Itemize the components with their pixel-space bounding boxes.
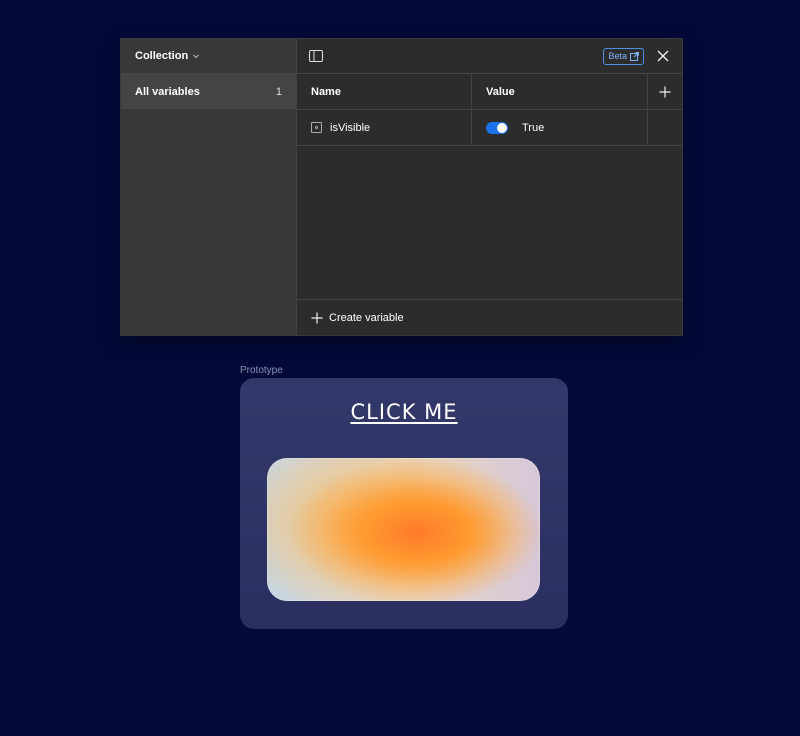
row-spacer bbox=[648, 110, 682, 145]
canvas: Collection All variables 1 Beta Name Val… bbox=[0, 0, 800, 736]
close-icon[interactable] bbox=[654, 47, 672, 65]
toolbar-actions: Beta bbox=[603, 47, 672, 65]
collections-sidebar: Collection All variables 1 bbox=[121, 39, 297, 335]
variable-value-cell[interactable]: True bbox=[472, 110, 648, 145]
collection-item-all-variables[interactable]: All variables 1 bbox=[121, 74, 296, 109]
panel-toolbar: Beta bbox=[297, 39, 682, 74]
boolean-icon bbox=[311, 122, 322, 133]
variables-main: Beta Name Value isVisible True Create va… bbox=[297, 39, 682, 335]
gradient-card bbox=[267, 458, 540, 601]
external-link-icon bbox=[630, 51, 639, 61]
collection-item-count: 1 bbox=[275, 85, 282, 98]
collection-label: Collection bbox=[135, 50, 189, 62]
collection-item-label: All variables bbox=[135, 85, 200, 98]
variable-value: True bbox=[522, 121, 545, 134]
frame-label[interactable]: Prototype bbox=[240, 365, 283, 376]
sidebar-toggle-icon[interactable] bbox=[307, 47, 325, 65]
column-header-name: Name bbox=[297, 74, 472, 109]
plus-icon bbox=[659, 86, 671, 97]
variable-name-cell[interactable]: isVisible bbox=[297, 110, 472, 145]
table-row[interactable]: isVisible True bbox=[297, 110, 682, 146]
beta-badge-label: Beta bbox=[608, 51, 627, 61]
chevron-down-icon bbox=[192, 52, 200, 60]
click-me-link[interactable]: CLICK ME bbox=[240, 400, 568, 424]
table-header: Name Value bbox=[297, 74, 682, 110]
create-variable-label: Create variable bbox=[329, 311, 404, 324]
variable-name: isVisible bbox=[330, 121, 371, 134]
create-variable-button[interactable]: Create variable bbox=[297, 299, 682, 335]
add-mode-button[interactable] bbox=[648, 74, 682, 109]
column-header-value: Value bbox=[472, 74, 648, 109]
beta-badge[interactable]: Beta bbox=[603, 47, 644, 65]
boolean-toggle[interactable] bbox=[486, 121, 508, 134]
variables-panel: Collection All variables 1 Beta Name Val… bbox=[120, 38, 683, 336]
collection-dropdown[interactable]: Collection bbox=[121, 39, 296, 74]
plus-icon bbox=[311, 312, 323, 323]
prototype-frame[interactable]: CLICK ME bbox=[240, 378, 568, 629]
